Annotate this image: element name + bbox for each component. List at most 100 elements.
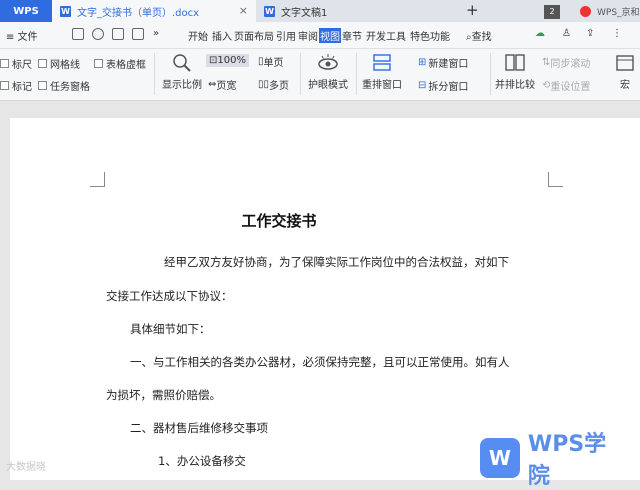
menu-bar: ≡ 文件 » 开始 插入 页面布局 引用 审阅 视图 章节 开发工具 特色功能 … xyxy=(0,22,640,49)
avatar xyxy=(580,5,591,17)
sync-scroll-label: 同步滚动 xyxy=(550,59,591,70)
table-gridlines-label: 表格虚框 xyxy=(106,60,146,71)
rearrange-window-button[interactable]: 重排窗口 xyxy=(362,53,402,91)
table-gridlines-checkbox[interactable]: 表格虚框 xyxy=(94,56,146,71)
split-window-button[interactable]: ⊟ 拆分窗口 xyxy=(418,78,468,93)
margin-corner-mark xyxy=(548,172,563,187)
more-options-icon[interactable]: ⋮ xyxy=(612,28,622,39)
window-count-badge[interactable]: 2 xyxy=(544,5,560,19)
user-account[interactable]: WPS_京和 xyxy=(580,0,640,22)
user-name: WPS_京和 xyxy=(597,7,640,18)
checkbox[interactable] xyxy=(38,81,47,90)
tab-view[interactable]: 视图 xyxy=(319,28,341,43)
cloud-sync-icon[interactable]: ☁ xyxy=(535,28,545,39)
eye-mode-label: 护眼模式 xyxy=(308,80,348,91)
new-window-icon: ⊞ xyxy=(418,57,427,68)
search-label: 查找 xyxy=(471,32,492,43)
tab-references[interactable]: 引用 xyxy=(276,28,296,43)
zoom-100-button[interactable]: ⊡ 100% xyxy=(206,54,249,67)
tab-page-layout[interactable]: 页面布局 xyxy=(234,28,274,43)
eye-mode-button[interactable]: 护眼模式 xyxy=(308,53,348,91)
page-width-icon: ⇔ xyxy=(208,79,217,90)
checkbox[interactable] xyxy=(0,81,9,90)
macro-icon xyxy=(616,55,634,71)
zoom-100-label: 100% xyxy=(217,55,246,66)
macro-button[interactable]: 宏 xyxy=(614,53,636,91)
paragraph: 经甲乙双方友好协商，为了保障实际工作岗位中的合法权益，对如下 xyxy=(164,255,509,269)
checkbox[interactable] xyxy=(0,59,9,68)
ruler-checkbox[interactable]: 标尺 xyxy=(0,56,32,71)
divider xyxy=(490,53,491,95)
margin-corner-mark xyxy=(90,172,105,187)
single-page-button[interactable]: ▯ 单页 xyxy=(258,54,284,69)
title-bar: WPS W 文字_交接书（单页）.docx × W 文字文稿1 + 2 WPS_… xyxy=(0,0,640,22)
print-icon[interactable] xyxy=(112,28,124,40)
paragraph: 为损坏，需照价赔偿。 xyxy=(106,388,221,402)
more-tools-icon[interactable]: » xyxy=(153,28,159,39)
macro-label: 宏 xyxy=(620,80,630,91)
marks-checkbox[interactable]: 标记 xyxy=(0,78,32,93)
ruler-label: 标尺 xyxy=(12,60,32,71)
tab-home[interactable]: 开始 xyxy=(188,28,208,43)
zoom-100-icon: ⊡ xyxy=(209,55,218,66)
rearrange-icon xyxy=(373,54,391,71)
marks-label: 标记 xyxy=(12,82,32,93)
page-width-button[interactable]: ⇔ 页宽 xyxy=(208,77,236,92)
file-menu[interactable]: ≡ 文件 xyxy=(6,28,38,43)
gridlines-checkbox[interactable]: 网格线 xyxy=(38,56,80,71)
sync-scroll-button[interactable]: ⇅ 同步滚动 xyxy=(542,55,590,70)
single-page-label: 单页 xyxy=(263,58,284,69)
reset-position-label: 重设位置 xyxy=(550,82,591,93)
divider xyxy=(300,53,301,95)
search-button[interactable]: ⌕查找 xyxy=(466,28,492,43)
writer-doc-icon: W xyxy=(264,5,275,17)
document-tab[interactable]: W 文字文稿1 xyxy=(256,0,456,22)
wps-logo-icon: W xyxy=(480,438,520,478)
multi-page-button[interactable]: ▯▯ 多页 xyxy=(258,77,289,92)
wps-home-tab[interactable]: WPS xyxy=(0,0,52,22)
eye-icon xyxy=(318,54,338,70)
paragraph: 一、与工作相关的各类办公器材，必须保持完整，且可以正常使用。如有人 xyxy=(130,355,510,369)
task-pane-checkbox[interactable]: 任务窗格 xyxy=(38,78,90,93)
checkbox[interactable] xyxy=(94,59,103,68)
document-tab-active[interactable]: W 文字_交接书（单页）.docx × xyxy=(52,0,256,22)
new-window-button[interactable]: ⊞ 新建窗口 xyxy=(418,55,468,70)
wps-logo-text: WPS学院 xyxy=(527,432,607,489)
tab-insert[interactable]: 插入 xyxy=(212,28,232,43)
new-tab-button[interactable]: + xyxy=(466,1,479,19)
page-width-label: 页宽 xyxy=(216,81,237,92)
preview-icon[interactable] xyxy=(132,28,144,40)
save-icon[interactable] xyxy=(72,28,84,40)
watermark-text: 大数据晓 xyxy=(6,462,46,473)
paragraph: 具体细节如下： xyxy=(130,322,211,336)
zoom-button[interactable]: 显示比例 xyxy=(162,53,202,91)
divider xyxy=(154,53,155,95)
side-by-side-label: 并排比较 xyxy=(495,80,535,91)
output-icon[interactable] xyxy=(92,28,104,40)
close-tab-icon[interactable]: × xyxy=(239,4,248,17)
zoom-label: 显示比例 xyxy=(162,80,202,91)
collaborate-icon[interactable]: ♙ xyxy=(562,28,571,39)
new-window-label: 新建窗口 xyxy=(428,59,469,70)
writer-doc-icon: W xyxy=(60,5,71,17)
paragraph: 二、器材售后维修移交事项 xyxy=(130,421,268,435)
checkbox[interactable] xyxy=(38,59,47,68)
tab-developer[interactable]: 开发工具 xyxy=(366,28,406,43)
share-icon[interactable]: ⇪ xyxy=(586,28,594,39)
side-by-side-button[interactable]: 并排比较 xyxy=(495,53,535,91)
document-tab-label: 文字文稿1 xyxy=(281,7,328,19)
zoom-icon xyxy=(173,54,191,72)
sync-scroll-icon: ⇅ xyxy=(542,57,551,68)
tab-chapter[interactable]: 章节 xyxy=(342,28,362,43)
multi-page-label: 多页 xyxy=(269,81,290,92)
paragraph: 交接工作达成以下协议： xyxy=(106,289,233,303)
reset-position-button[interactable]: ⟲ 重设位置 xyxy=(542,78,590,93)
task-pane-label: 任务窗格 xyxy=(50,82,90,93)
reset-position-icon: ⟲ xyxy=(542,80,551,91)
divider xyxy=(356,53,357,95)
tab-review[interactable]: 审阅 xyxy=(298,28,318,43)
multi-page-icon: ▯▯ xyxy=(258,79,270,90)
tab-features[interactable]: 特色功能 xyxy=(410,28,450,43)
side-by-side-icon xyxy=(505,54,525,71)
wps-academy-logo: W WPS学院 xyxy=(480,432,628,489)
